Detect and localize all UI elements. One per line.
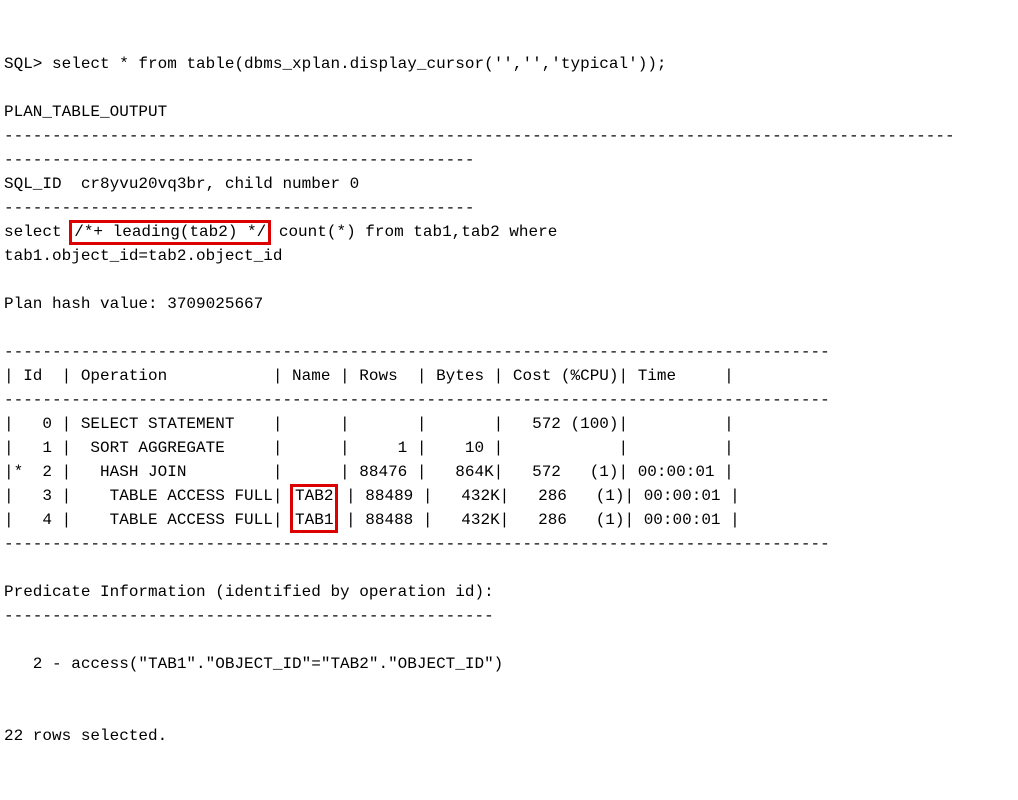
hint-highlight: /*+ leading(tab2) */ [69,220,271,245]
plan-rule: ----------------------------------------… [4,535,830,553]
predicate-rule: ----------------------------------------… [4,607,494,625]
plan-rule: ----------------------------------------… [4,391,830,409]
predicate-heading: Predicate Information (identified by ope… [4,583,494,601]
plan-row-4-pre: | 4 | TABLE ACCESS FULL| [4,511,292,529]
sql-text-post: count(*) from tab1,tab2 where [269,223,557,241]
rule-long: ----------------------------------------… [4,127,955,145]
plan-header: | Id | Operation | Name | Rows | Bytes |… [4,367,734,385]
plan-row-0: | 0 | SELECT STATEMENT | | | | 572 (100)… [4,415,734,433]
sql-text-line2: tab1.object_id=tab2.object_id [4,247,282,265]
sql-id-line: SQL_ID cr8yvu20vq3br, child number 0 [4,175,359,193]
plan-row-4-post: | 88488 | 432K| 286 (1)| 00:00:01 | [336,511,739,529]
plan-row-1: | 1 | SORT AGGREGATE | | 1 | 10 | | | [4,439,734,457]
plan-row-3-post: | 88489 | 432K| 286 (1)| 00:00:01 | [336,487,739,505]
rule-half: ----------------------------------------… [4,199,474,217]
rows-selected: 22 rows selected. [4,727,167,745]
plan-row-3-pre: | 3 | TABLE ACCESS FULL| [4,487,292,505]
sql-text-pre: select [4,223,71,241]
plan-rule: ----------------------------------------… [4,343,830,361]
sql-prompt: SQL> [4,55,52,73]
plan-output-heading: PLAN_TABLE_OUTPUT [4,103,167,121]
tab2-highlight: TAB2 [290,484,338,509]
plan-hash-line: Plan hash value: 3709025667 [4,295,263,313]
sql-command: select * from table(dbms_xplan.display_c… [52,55,667,73]
plan-row-2: |* 2 | HASH JOIN | | 88476 | 864K| 572 (… [4,463,734,481]
predicate-line: 2 - access("TAB1"."OBJECT_ID"="TAB2"."OB… [4,655,503,673]
rule-half: ----------------------------------------… [4,151,474,169]
tab1-highlight: TAB1 [290,508,338,533]
